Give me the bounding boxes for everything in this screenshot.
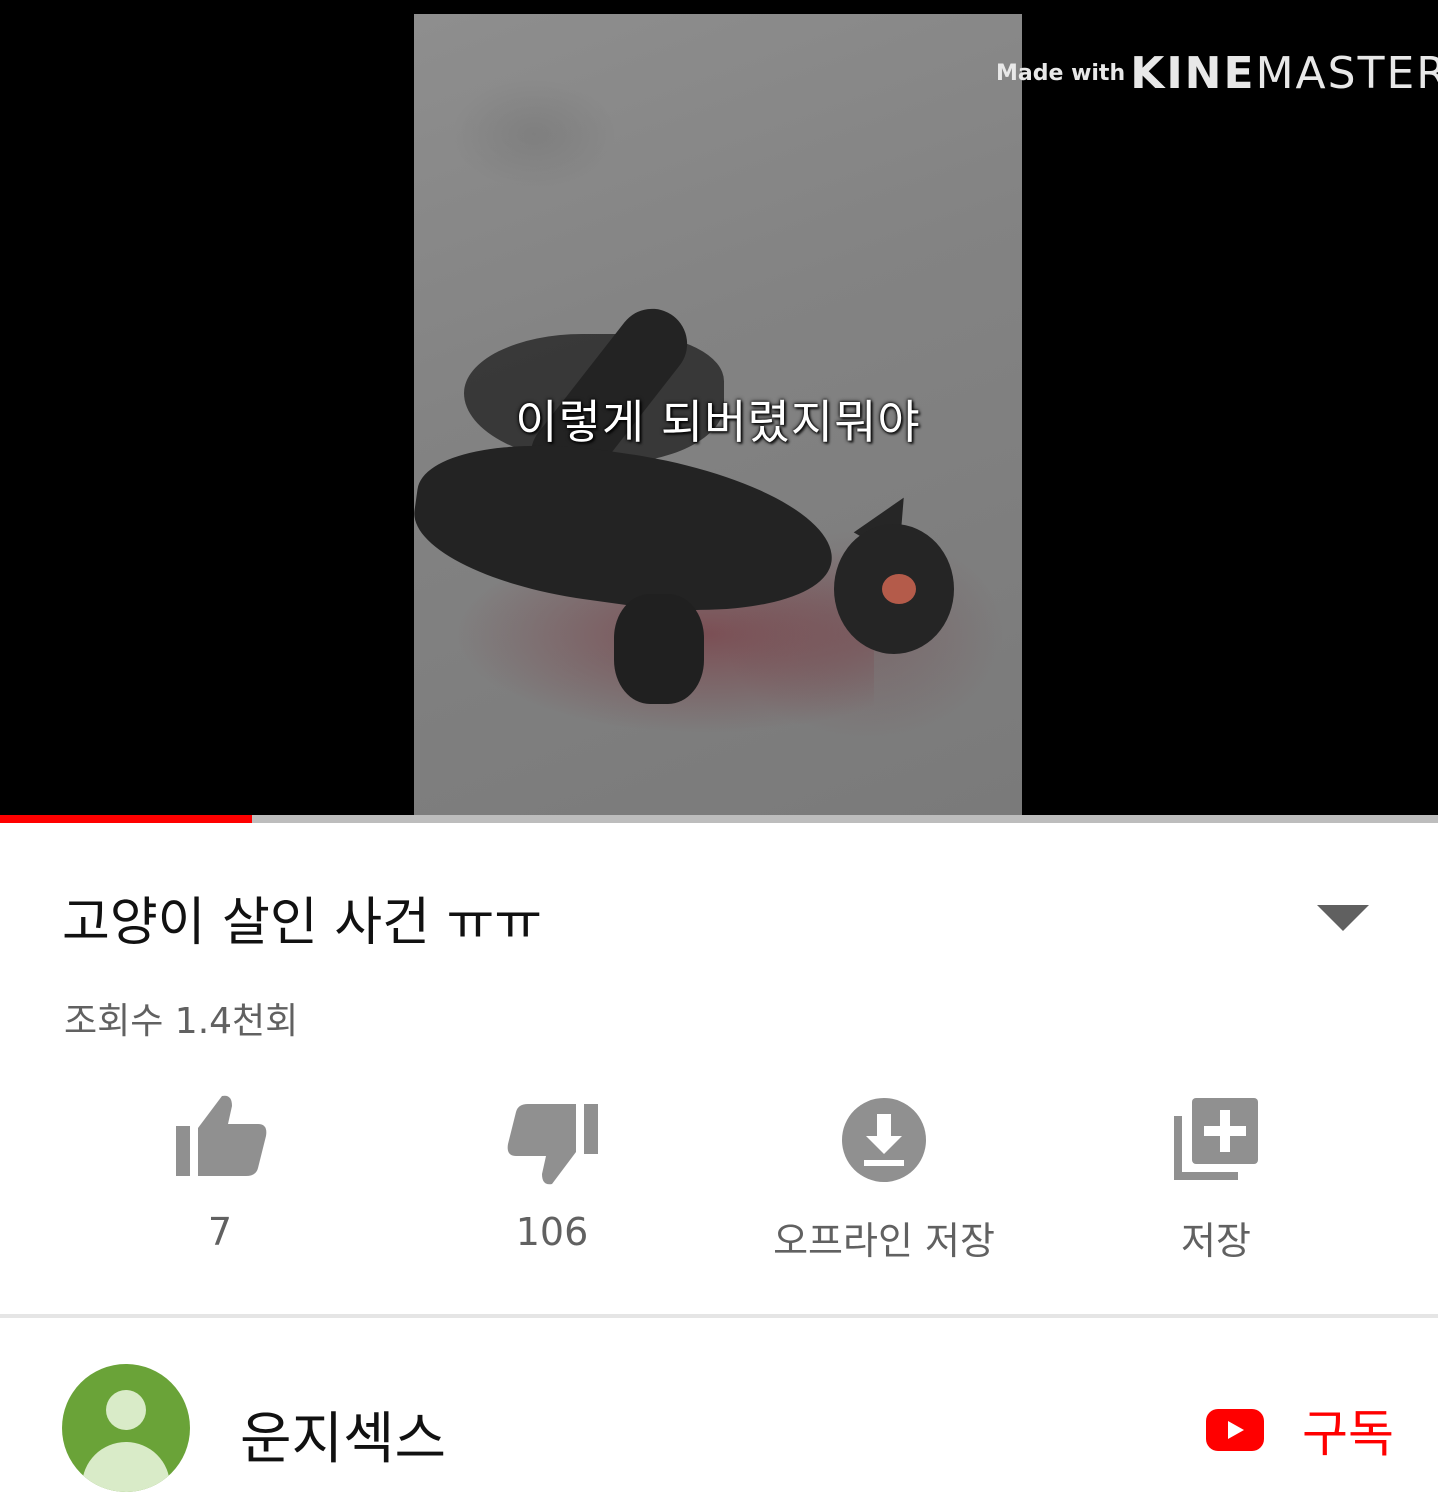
subscribe-button[interactable]: 구독: [1206, 1398, 1394, 1463]
watermark-brand: KINEMASTER: [1130, 48, 1438, 99]
view-count: 조회수 1.4천회: [64, 1001, 299, 1042]
thumbs-up-icon: [176, 1095, 267, 1176]
watermark-made-with: Made with: [996, 61, 1126, 86]
video-player[interactable]: 이렇게 되버렸지뭐야 Made with KINEMASTER: [0, 0, 1438, 818]
download-icon: [842, 1098, 926, 1182]
channel-avatar[interactable]: [62, 1364, 190, 1492]
dislike-button[interactable]: 106: [422, 1090, 682, 1270]
video-progress-bar[interactable]: [0, 815, 1438, 823]
action-bar: 7 106 오프라인 저장 저장: [0, 1090, 1438, 1270]
video-progress-fill: [0, 815, 252, 823]
save-label: 저장: [1181, 1219, 1251, 1263]
avatar-body-shape: [82, 1442, 170, 1492]
kinemaster-watermark: Made with KINEMASTER: [996, 48, 1438, 99]
video-scene-cat-paw: [614, 594, 704, 704]
watermark-brand-bold: KINE: [1130, 48, 1256, 99]
section-divider: [0, 1314, 1438, 1318]
chevron-down-icon: [1317, 905, 1369, 931]
video-subtitle: 이렇게 되버렸지뭐야: [515, 395, 921, 449]
download-label: 오프라인 저장: [773, 1219, 995, 1263]
video-title: 고양이 살인 사건 ㅠㅠ: [62, 893, 543, 953]
youtube-logo-icon: [1206, 1409, 1264, 1451]
playlist-add-icon: [1174, 1098, 1258, 1180]
expand-description-button[interactable]: [1308, 898, 1378, 938]
download-button[interactable]: 오프라인 저장: [754, 1090, 1014, 1270]
avatar-head-shape: [106, 1390, 146, 1430]
like-button[interactable]: 7: [90, 1090, 350, 1270]
video-scene-cat-eye: [882, 574, 916, 604]
thumbs-down-icon: [507, 1104, 598, 1185]
video-frame[interactable]: 이렇게 되버렸지뭐야: [414, 14, 1022, 818]
like-count: 7: [207, 1210, 233, 1254]
subscribe-label: 구독: [1302, 1405, 1394, 1463]
watermark-brand-rest: MASTER: [1255, 48, 1438, 99]
save-to-playlist-button[interactable]: 저장: [1086, 1090, 1346, 1270]
channel-name[interactable]: 운지섹스: [240, 1394, 446, 1475]
dislike-count: 106: [515, 1210, 589, 1254]
